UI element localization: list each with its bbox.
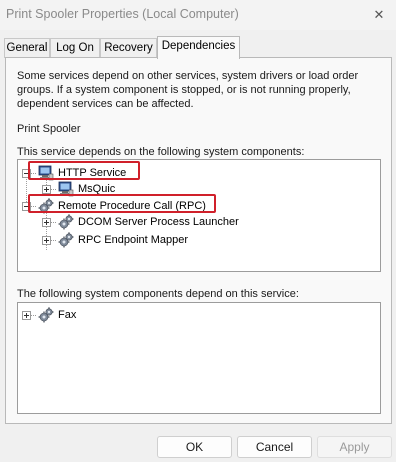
description-line-3: dependent services can be affected. (17, 98, 194, 110)
service-gear-icon (38, 198, 54, 214)
tree-node-rpc-endpoint-mapper[interactable]: RPC Endpoint Mapper (42, 231, 188, 249)
service-name: Print Spooler (17, 123, 81, 135)
collapse-icon[interactable] (22, 168, 31, 178)
tab-general[interactable]: General (4, 38, 50, 58)
tree-node-dcom-launcher[interactable]: DCOM Server Process Launcher (42, 213, 239, 231)
tab-recovery[interactable]: Recovery (100, 38, 157, 58)
dependents-tree[interactable]: Fax (17, 302, 381, 414)
driver-icon (58, 181, 74, 197)
driver-icon (38, 165, 54, 181)
tab-strip: General Log On Recovery Dependencies (4, 36, 392, 59)
ok-button[interactable]: OK (157, 436, 232, 458)
expand-icon[interactable] (22, 310, 31, 320)
description-line-2: groups. If a system component is stopped… (17, 84, 351, 96)
depends-on-label: This service depends on the following sy… (17, 146, 305, 158)
service-gear-icon (58, 214, 74, 230)
tree-node-label: Fax (58, 309, 77, 321)
close-button[interactable]: ✕ (366, 2, 392, 28)
expand-icon[interactable] (42, 235, 51, 245)
dependencies-panel: Some services depend on other services, … (5, 57, 392, 424)
dependents-label: The following system components depend o… (17, 288, 299, 300)
window-title: Print Spooler Properties (Local Computer… (6, 7, 239, 21)
tree-node-label: HTTP Service (58, 167, 127, 179)
depends-on-tree[interactable]: HTTP Service MsQuic Remote Procedure Cal… (17, 159, 381, 272)
tree-node-label: Remote Procedure Call (RPC) (58, 200, 206, 212)
title-bar: Print Spooler Properties (Local Computer… (0, 0, 396, 30)
service-gear-icon (38, 307, 54, 323)
tab-dependencies[interactable]: Dependencies (157, 36, 240, 59)
tree-node-fax[interactable]: Fax (22, 306, 76, 324)
service-gear-icon (58, 232, 74, 248)
apply-button[interactable]: Apply (317, 436, 392, 458)
close-icon: ✕ (373, 7, 385, 22)
collapse-icon[interactable] (22, 201, 31, 211)
tree-node-label: MsQuic (78, 183, 116, 195)
tree-node-label: DCOM Server Process Launcher (78, 216, 239, 228)
cancel-button[interactable]: Cancel (237, 436, 312, 458)
expand-icon[interactable] (42, 184, 51, 194)
description-line-1: Some services depend on other services, … (17, 70, 359, 82)
expand-icon[interactable] (42, 217, 51, 227)
tab-log-on[interactable]: Log On (50, 38, 100, 58)
tree-node-msquic[interactable]: MsQuic (42, 180, 115, 198)
tree-node-label: RPC Endpoint Mapper (78, 234, 189, 246)
